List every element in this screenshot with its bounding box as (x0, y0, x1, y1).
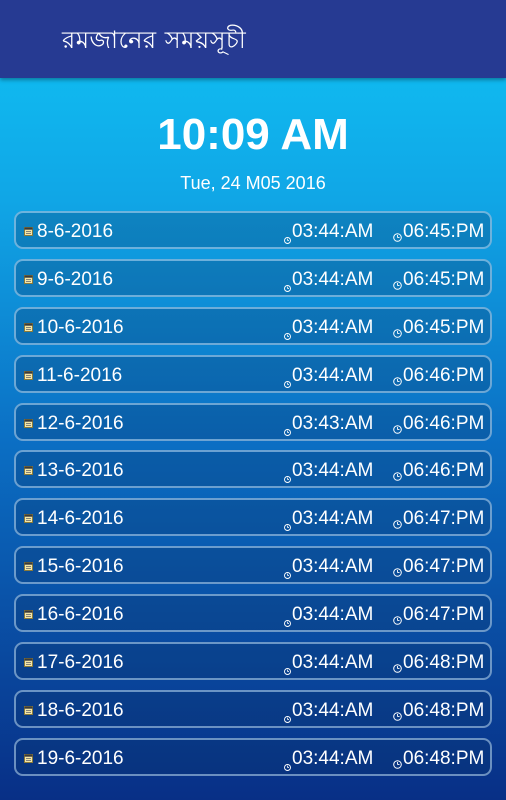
clock-icon (393, 561, 402, 578)
clock-icon (393, 274, 402, 290)
sehri-time: 03:43:AM (292, 412, 374, 434)
app-title: রমজানের সময়সূচী (62, 26, 247, 54)
clock-icon (284, 659, 291, 675)
iftar-time: 06:46:PM (403, 460, 485, 482)
schedule-date: 10-6-2016 (37, 316, 124, 338)
schedule-date: 15-6-2016 (37, 556, 124, 578)
calendar-icon (24, 412, 33, 428)
sehri-time: 03:44:AM (292, 364, 374, 386)
sehri-time: 03:44:AM (292, 268, 374, 290)
schedule-row[interactable]: 12-6-2016 03:43:AM 06:46:PM (14, 402, 492, 441)
clock-icon (393, 657, 402, 673)
app-bar: রমজানের সময়সূচী (0, 0, 506, 78)
iftar-time: 06:46:PM (403, 364, 485, 386)
clock-icon (284, 611, 291, 628)
schedule-row[interactable]: 13-6-2016 03:44:AM 06:46:PM (14, 450, 492, 489)
sehri-time: 03:44:AM (292, 556, 374, 578)
clock-icon (393, 609, 402, 625)
calendar-icon (24, 555, 33, 572)
clock-icon (284, 707, 291, 723)
iftar-time: 06:45:PM (403, 221, 485, 242)
iftar-time: 06:48:PM (403, 699, 485, 721)
iftar-time: 06:45:PM (403, 268, 485, 290)
iftar-time: 06:47:PM (403, 508, 485, 530)
clock-icon (284, 372, 291, 388)
schedule-row[interactable]: 8-6-2016 03:44:AM 06:45:PM (14, 211, 492, 249)
sehri-time: 03:44:AM (292, 747, 374, 769)
schedule-date: 19-6-2016 (37, 747, 124, 769)
clock-icon (284, 515, 291, 532)
schedule-row[interactable]: 15-6-2016 03:44:AM 06:47:PM (14, 546, 492, 585)
clock-icon (393, 322, 402, 338)
schedule-row[interactable]: 9-6-2016 03:44:AM 06:45:PM (14, 258, 492, 297)
schedule-row[interactable]: 16-6-2016 03:44:AM 06:47:PM (14, 594, 492, 633)
schedule-list: 8-6-2016 03:44:AM 06:45:PM 9-6-2016 03:44:AM… (14, 211, 492, 786)
clock-icon (284, 420, 291, 436)
calendar-icon (24, 220, 33, 236)
clock-icon (284, 755, 291, 771)
sehri-time: 03:44:AM (292, 316, 374, 338)
calendar-icon (24, 364, 33, 380)
schedule-row[interactable]: 11-6-2016 03:44:AM 06:46:PM (14, 354, 492, 393)
schedule-date: 17-6-2016 (37, 652, 124, 674)
schedule-date: 9-6-2016 (37, 268, 114, 290)
calendar-icon (24, 699, 33, 715)
calendar-icon (24, 459, 33, 476)
clock-icon (393, 418, 402, 434)
clock-icon (284, 276, 291, 292)
schedule-date: 12-6-2016 (37, 412, 124, 434)
calendar-icon (24, 507, 33, 524)
schedule-date: 13-6-2016 (37, 460, 124, 482)
clock-icon (393, 753, 402, 769)
current-time: 10:09 AM (157, 110, 349, 159)
sehri-time: 03:44:AM (292, 699, 374, 721)
schedule-date: 16-6-2016 (37, 604, 124, 626)
schedule-date: 8-6-2016 (37, 221, 114, 242)
sehri-time: 03:44:AM (292, 221, 374, 242)
calendar-icon (24, 747, 33, 763)
clock-icon (393, 513, 402, 530)
clock-icon (393, 705, 402, 721)
iftar-time: 06:48:PM (403, 747, 485, 769)
schedule-row[interactable]: 17-6-2016 03:44:AM 06:48:PM (14, 642, 492, 681)
sehri-time: 03:44:AM (292, 508, 374, 530)
clock-icon (284, 467, 291, 484)
schedule-row[interactable]: 10-6-2016 03:44:AM 06:45:PM (14, 306, 492, 345)
clock-icon (284, 324, 291, 340)
calendar-icon (24, 316, 33, 332)
schedule-row[interactable]: 14-6-2016 03:44:AM 06:47:PM (14, 498, 492, 537)
clock-icon (284, 228, 291, 244)
iftar-time: 06:47:PM (403, 604, 485, 626)
schedule-row[interactable]: 18-6-2016 03:44:AM 06:48:PM (14, 689, 492, 728)
calendar-icon (24, 603, 33, 620)
iftar-time: 06:45:PM (403, 316, 485, 338)
schedule-date: 11-6-2016 (37, 364, 123, 386)
calendar-icon (24, 651, 33, 668)
iftar-time: 06:47:PM (403, 556, 485, 578)
current-date: Tue, 24 M05 2016 (180, 173, 326, 193)
schedule-date: 18-6-2016 (37, 699, 124, 721)
clock-icon (393, 370, 402, 386)
sehri-time: 03:44:AM (292, 460, 374, 482)
schedule-date: 14-6-2016 (37, 508, 124, 530)
iftar-time: 06:48:PM (403, 652, 485, 674)
clock-icon (393, 465, 402, 482)
clock-icon (393, 226, 402, 242)
clock-icon (284, 563, 291, 580)
sehri-time: 03:44:AM (292, 604, 374, 626)
schedule-row[interactable]: 19-6-2016 03:44:AM 06:48:PM (14, 737, 492, 776)
calendar-icon (24, 268, 33, 284)
iftar-time: 06:46:PM (403, 412, 485, 434)
app-screen: রমজানের সময়সূচী 10:09 AM Tue, 24 M05 20… (0, 0, 506, 800)
sehri-time: 03:44:AM (292, 652, 374, 674)
